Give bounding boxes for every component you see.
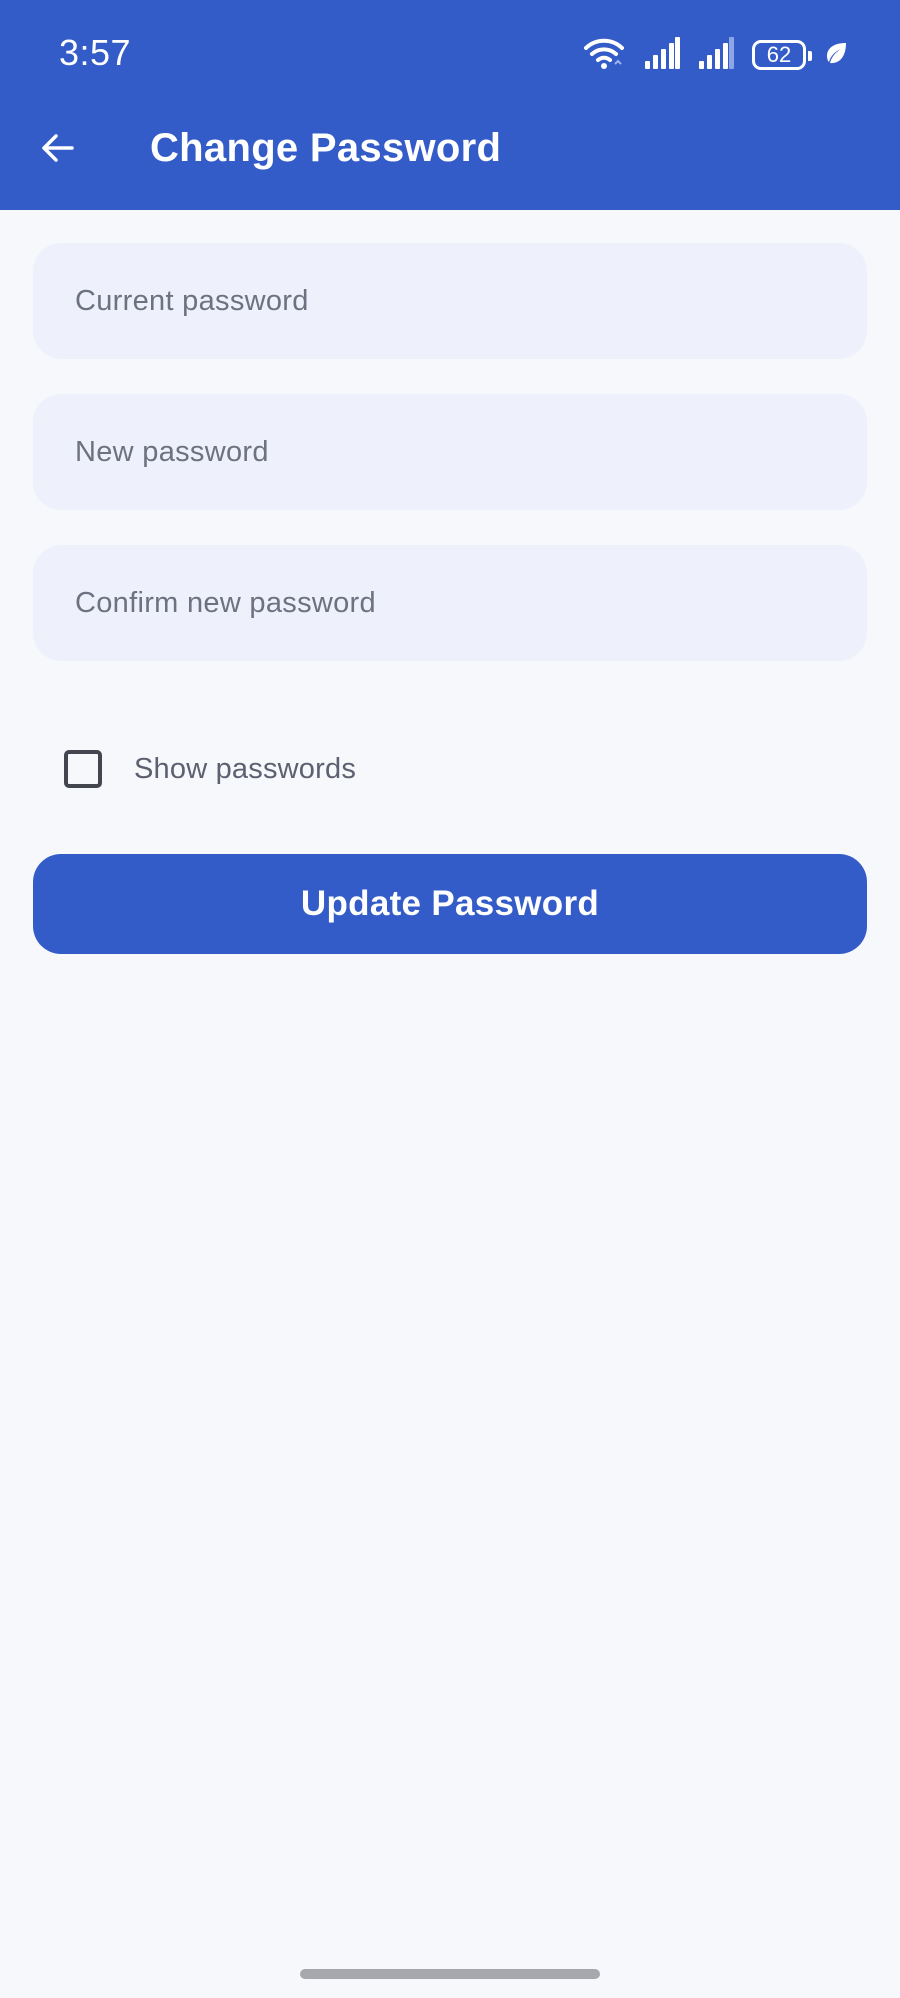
home-indicator[interactable]	[300, 1969, 600, 1979]
confirm-password-input[interactable]	[75, 586, 867, 620]
battery-level: 62	[766, 42, 792, 67]
current-password-field[interactable]	[33, 243, 867, 359]
confirm-password-field[interactable]	[33, 545, 867, 661]
wifi-icon	[582, 36, 626, 75]
show-passwords-checkbox[interactable]	[64, 750, 102, 788]
signal-icon	[698, 36, 734, 74]
back-button[interactable]	[30, 122, 86, 178]
show-passwords-toggle[interactable]: Show passwords	[64, 748, 356, 790]
current-password-input[interactable]	[75, 284, 867, 318]
status-icons: 62	[582, 36, 848, 74]
page-title: Change Password	[150, 126, 502, 170]
new-password-field[interactable]	[33, 394, 867, 510]
battery-icon: 62	[752, 40, 812, 70]
status-time: 3:57	[59, 32, 132, 73]
leaf-icon	[824, 41, 848, 70]
update-password-button[interactable]: Update Password	[33, 854, 867, 954]
app-header: 3:57 62 Change Password	[0, 0, 900, 210]
signal-icon	[644, 36, 680, 74]
arrow-left-icon	[38, 128, 78, 173]
new-password-input[interactable]	[75, 435, 867, 469]
show-passwords-label: Show passwords	[134, 752, 357, 785]
